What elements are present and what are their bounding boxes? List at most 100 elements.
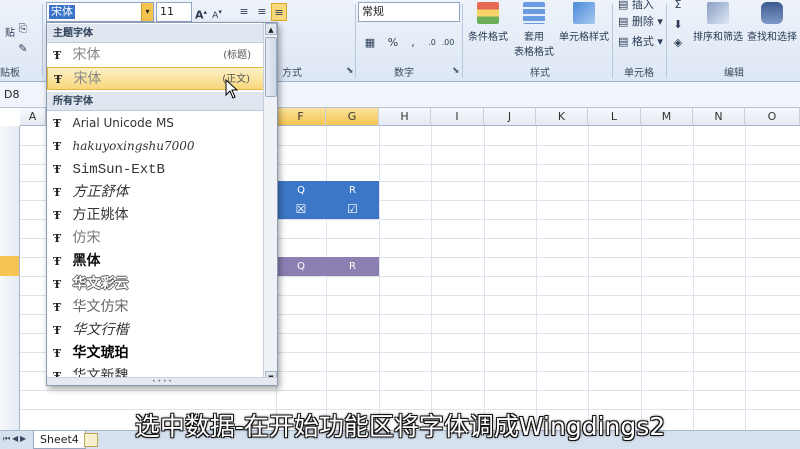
table-format-icon bbox=[523, 2, 545, 24]
truetype-icon: Ŧ bbox=[54, 73, 63, 86]
truetype-icon: Ŧ bbox=[53, 117, 62, 130]
column-header[interactable]: G bbox=[326, 108, 379, 126]
font-item[interactable]: Ŧ 华文行楷 bbox=[47, 319, 265, 342]
resize-grip-icon[interactable]: • • • • bbox=[47, 377, 277, 385]
font-item-label: 仿宋 bbox=[72, 230, 101, 246]
truetype-icon: Ŧ bbox=[53, 255, 62, 268]
delete-cells-button[interactable]: ▤ 删除 ▾ bbox=[618, 13, 663, 31]
font-item-label: 华文彩云 bbox=[72, 276, 129, 292]
column-header[interactable]: H bbox=[379, 108, 431, 126]
comma-button[interactable]: , bbox=[406, 34, 420, 52]
cell-styles-icon bbox=[573, 2, 595, 24]
chevron-down-icon[interactable]: ▾ bbox=[141, 3, 153, 21]
font-item[interactable]: Ŧ Arial Unicode MS bbox=[47, 112, 265, 135]
font-item-label: 方正舒体 bbox=[72, 184, 129, 200]
copy-icon[interactable]: ⎘ bbox=[16, 20, 30, 38]
format-painter-icon[interactable]: ✎ bbox=[16, 40, 30, 58]
dropdown-scrollbar[interactable]: ▲ ▼ bbox=[263, 23, 277, 385]
font-item-label: SimSun-ExtB bbox=[72, 162, 165, 178]
align-middle-icon[interactable]: ≡ bbox=[254, 3, 270, 21]
grid-line bbox=[20, 390, 800, 391]
truetype-icon: Ŧ bbox=[53, 324, 62, 337]
font-item-label: Arial Unicode MS bbox=[72, 116, 174, 130]
truetype-icon: Ŧ bbox=[53, 140, 62, 153]
sort-filter-label: 排序和筛选 bbox=[693, 32, 743, 43]
alignment-launcher-icon[interactable]: ⬊ bbox=[346, 66, 354, 76]
column-header[interactable]: L bbox=[588, 108, 641, 126]
scroll-thumb[interactable] bbox=[265, 37, 277, 97]
font-item[interactable]: Ŧ 宋体 (标题) bbox=[47, 44, 265, 67]
separator bbox=[612, 4, 613, 78]
grid-line bbox=[431, 126, 432, 430]
table-cell[interactable]: Q bbox=[276, 257, 326, 276]
align-top-icon[interactable]: ≡ bbox=[236, 3, 252, 21]
autosum-icon[interactable]: Σ bbox=[672, 0, 684, 14]
truetype-icon: Ŧ bbox=[53, 347, 62, 360]
truetype-icon: Ŧ bbox=[53, 186, 62, 199]
separator bbox=[355, 4, 356, 78]
font-item[interactable]: Ŧ 华文仿宋 bbox=[47, 296, 265, 319]
table-format-label-1: 套用 bbox=[524, 32, 544, 43]
table-cell[interactable]: ☒ bbox=[276, 200, 326, 219]
selected-row-header[interactable] bbox=[0, 256, 20, 276]
grow-font-button[interactable]: A▴ bbox=[194, 3, 208, 22]
format-cells-button[interactable]: ▤ 格式 ▾ bbox=[618, 33, 663, 51]
font-dropdown[interactable]: 主题字体 Ŧ 宋体 (标题) Ŧ 宋体 (正文) 所有字体 Ŧ Arial Un… bbox=[46, 22, 278, 386]
shrink-font-button[interactable]: A▾ bbox=[210, 3, 224, 21]
number-launcher-icon[interactable]: ⬊ bbox=[452, 66, 460, 76]
insert-label: 插入 bbox=[631, 0, 654, 11]
truetype-icon: Ŧ bbox=[53, 163, 62, 176]
table-format-button[interactable]: 套用 表格格式 bbox=[512, 2, 556, 58]
column-header[interactable]: M bbox=[641, 108, 693, 126]
column-header[interactable]: F bbox=[276, 108, 326, 126]
font-size-combobox[interactable]: 11 bbox=[156, 2, 192, 22]
sort-filter-button[interactable]: 排序和筛选 bbox=[692, 2, 744, 43]
name-box[interactable]: D8 bbox=[4, 86, 44, 104]
cell-styles-button[interactable]: 单元格样式 bbox=[558, 2, 610, 43]
table-format-label-2: 表格格式 bbox=[514, 47, 554, 58]
font-item[interactable]: Ŧ 方正舒体 bbox=[47, 181, 265, 204]
table-cell[interactable]: Q bbox=[276, 181, 326, 200]
font-item-tag: (标题) bbox=[223, 50, 251, 61]
font-item-label: 华文仿宋 bbox=[72, 299, 129, 315]
conditional-format-button[interactable]: 条件格式 bbox=[466, 2, 510, 43]
grid-line bbox=[536, 126, 537, 430]
percent-label: % bbox=[387, 36, 399, 49]
theme-fonts-header: 主题字体 bbox=[47, 24, 277, 43]
table-cell[interactable]: R bbox=[326, 181, 379, 200]
percent-button[interactable]: % bbox=[386, 34, 400, 52]
table-cell[interactable]: ☑ bbox=[326, 200, 379, 219]
font-item[interactable]: Ŧ 华文彩云 bbox=[47, 273, 265, 296]
decrease-decimal-icon[interactable]: .00 bbox=[441, 34, 455, 52]
grid-line bbox=[588, 126, 589, 430]
font-item[interactable]: Ŧ SimSun-ExtB bbox=[47, 158, 265, 181]
column-header[interactable]: N bbox=[693, 108, 745, 126]
insert-cells-button[interactable]: ▤ 插入 bbox=[618, 0, 654, 14]
column-header[interactable]: A bbox=[20, 108, 46, 126]
number-format-combobox[interactable]: 常规 bbox=[358, 2, 460, 22]
find-select-button[interactable]: 查找和选择 bbox=[746, 2, 798, 43]
column-header[interactable]: J bbox=[484, 108, 536, 126]
increase-decimal-icon[interactable]: .0 bbox=[425, 34, 439, 52]
paste-label: 贴 bbox=[5, 28, 15, 39]
font-item[interactable]: Ŧ 方正姚体 bbox=[47, 204, 265, 227]
font-name-value: 宋体 bbox=[49, 5, 75, 19]
column-header[interactable]: O bbox=[745, 108, 800, 126]
font-item[interactable]: Ŧ 仿宋 bbox=[47, 227, 265, 250]
fill-icon[interactable]: ⬇ bbox=[672, 16, 684, 34]
column-header[interactable]: K bbox=[536, 108, 588, 126]
table-cell[interactable]: R bbox=[326, 257, 379, 276]
clear-icon[interactable]: ◈ bbox=[672, 34, 684, 52]
truetype-icon: Ŧ bbox=[53, 209, 62, 222]
video-subtitle: 选中数据-在开始功能区将字体调成Wingdings2 bbox=[134, 412, 666, 441]
font-item[interactable]: Ŧ 黑体 bbox=[47, 250, 265, 273]
align-bottom-icon[interactable]: ≡ bbox=[271, 3, 287, 21]
currency-icon[interactable]: ▦ bbox=[362, 34, 378, 52]
font-item[interactable]: Ŧ hakuyoxingshu7000 bbox=[47, 135, 265, 158]
font-item[interactable]: Ŧ 华文琥珀 bbox=[47, 342, 265, 365]
font-name-combobox[interactable]: 宋体 ▾ bbox=[46, 2, 154, 22]
grid-line bbox=[745, 126, 746, 430]
grid-line bbox=[641, 126, 642, 430]
scroll-up-icon[interactable]: ▲ bbox=[265, 23, 277, 35]
column-header[interactable]: I bbox=[431, 108, 484, 126]
